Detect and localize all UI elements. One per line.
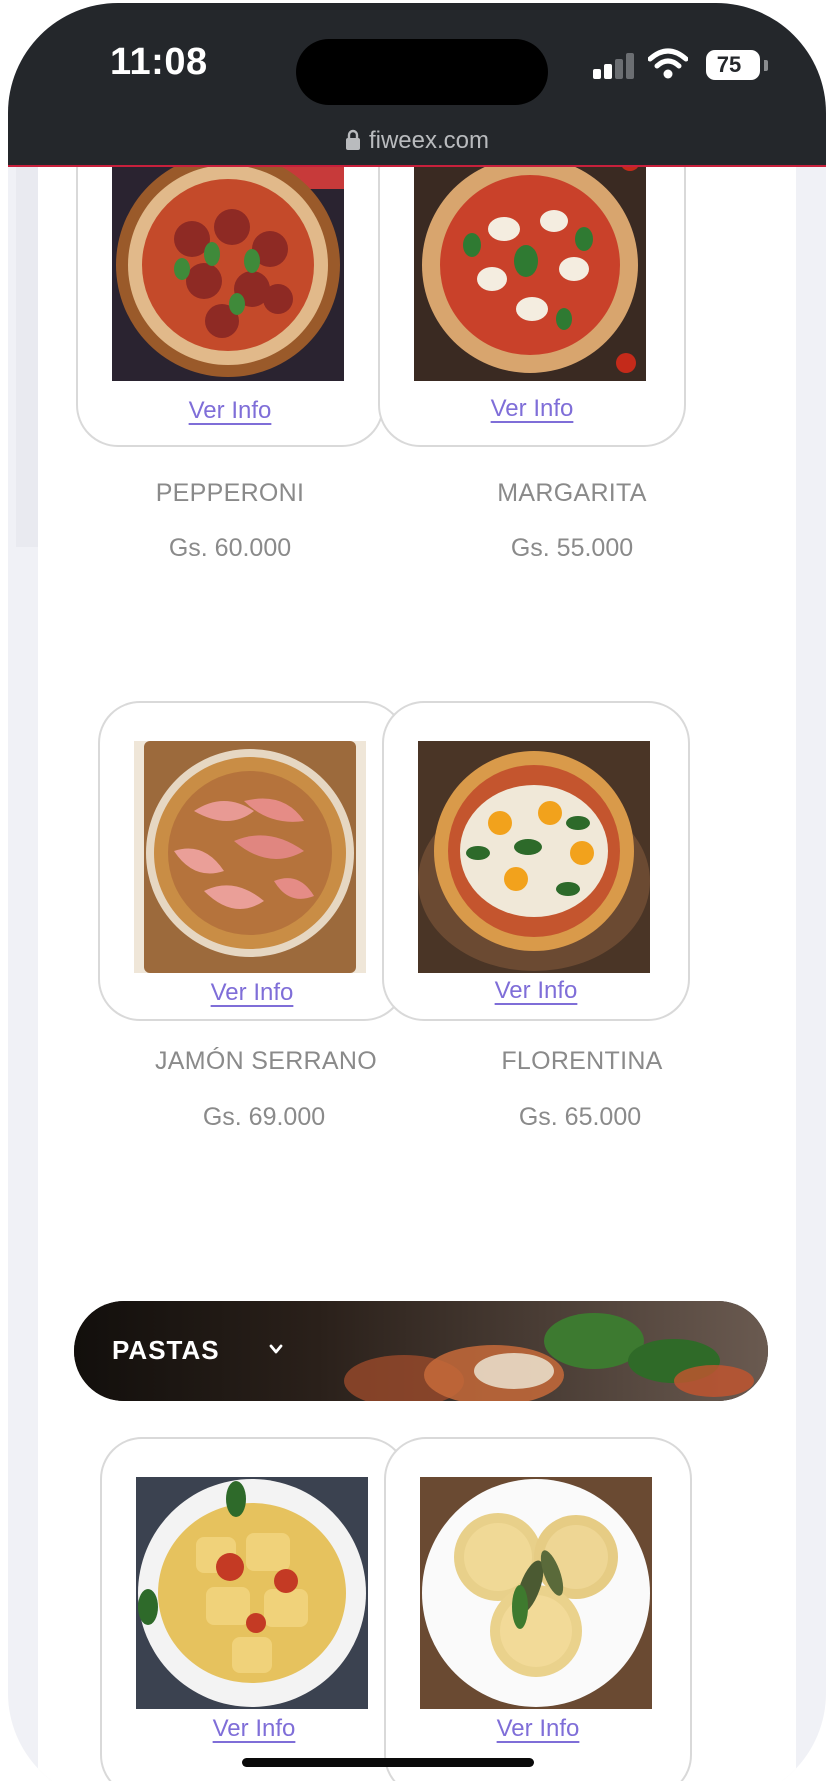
menu-card-pepperoni[interactable]: Ver Info — [76, 127, 384, 447]
menu-card-pasta-2[interactable]: Ver Info — [384, 1437, 692, 1781]
battery-nub — [764, 60, 768, 71]
item-price: Gs. 65.000 — [518, 1103, 642, 1131]
menu-card-florentina[interactable]: Ver Info — [382, 701, 690, 1021]
divider — [8, 165, 826, 167]
url-text: fiweex.com — [368, 127, 490, 154]
menu-content[interactable]: Ver Info Ver Info PEPPERONI Gs. 60.000 M… — [16, 127, 796, 1781]
florentina-pizza-image — [418, 741, 650, 973]
category-pastas-toggle[interactable]: PASTAS — [74, 1301, 768, 1401]
clock: 11:08 — [110, 41, 208, 83]
pepperoni-pizza-image — [112, 149, 344, 381]
margherita-pizza-image — [414, 149, 646, 381]
item-price: Gs. 69.000 — [202, 1103, 326, 1131]
serrano-ham-pizza-image — [134, 741, 366, 973]
dynamic-island — [296, 39, 548, 105]
ver-info-link[interactable]: Ver Info — [386, 1715, 690, 1743]
home-indicator[interactable] — [242, 1758, 534, 1767]
ver-info-link[interactable]: Ver Info — [78, 397, 382, 425]
item-name: MARGARITA — [497, 479, 647, 507]
phone-screen: Ver Info Ver Info PEPPERONI Gs. 60.000 M… — [8, 3, 826, 1781]
ver-info-link[interactable]: Ver Info — [384, 977, 688, 1005]
chevron-down-icon — [269, 1344, 283, 1354]
ver-info-link[interactable]: Ver Info — [100, 979, 404, 1007]
ravioli-tomato-image — [136, 1477, 368, 1709]
item-price: Gs. 60.000 — [168, 534, 292, 562]
battery-icon: 75 — [706, 50, 760, 80]
battery-level: 75 — [716, 52, 742, 77]
menu-card-pasta-1[interactable]: Ver Info — [100, 1437, 408, 1781]
menu-card-jamon-serrano[interactable]: Ver Info — [98, 701, 406, 1021]
item-name: JAMÓN SERRANO — [155, 1047, 377, 1075]
wifi-icon — [648, 48, 688, 79]
item-price: Gs. 55.000 — [510, 534, 634, 562]
ver-info-link[interactable]: Ver Info — [380, 395, 684, 423]
item-name: FLORENTINA — [501, 1047, 663, 1075]
lock-icon — [345, 129, 360, 150]
ver-info-link[interactable]: Ver Info — [102, 1715, 406, 1743]
item-name: PEPPERONI — [155, 479, 305, 507]
menu-card-margarita[interactable]: Ver Info — [378, 127, 686, 447]
side-shade — [16, 167, 38, 547]
category-label: PASTAS — [112, 1335, 220, 1365]
ravioli-sage-image — [420, 1477, 652, 1709]
browser-status-bar: 11:08 75 fiweex.com — [8, 3, 826, 167]
address-bar[interactable]: fiweex.com — [8, 127, 826, 155]
cell-signal-icon — [593, 53, 635, 79]
